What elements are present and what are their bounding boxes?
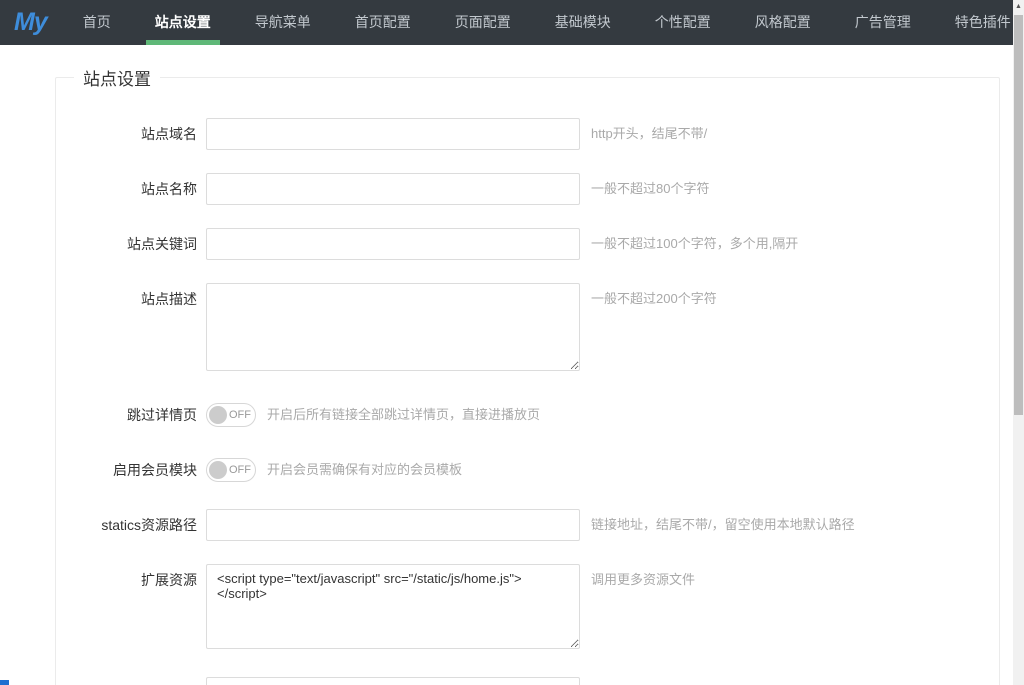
nav-item-style-config[interactable]: 风格配置 — [733, 0, 833, 45]
site-keywords-hint: 一般不超过100个字符，多个用,隔开 — [591, 228, 798, 260]
main-content: 站点设置 站点域名 http开头，结尾不带/ 站点名称 一般不超过80个字符 站… — [0, 45, 1024, 685]
form-row-site-description: 站点描述 一般不超过200个字符 — [56, 283, 999, 376]
site-keywords-input[interactable] — [206, 228, 580, 260]
enable-member-hint: 开启会员需确保有对应的会员模板 — [267, 454, 462, 486]
extended-resources-label: 扩展资源 — [56, 564, 206, 596]
nav-item-ad-management[interactable]: 广告管理 — [833, 0, 933, 45]
nav-item-nav-menu[interactable]: 导航菜单 — [233, 0, 333, 45]
form-row-statics-path: statics资源路径 链接地址，结尾不带/，留空使用本地默认路径 — [56, 509, 999, 541]
statics-path-label: statics资源路径 — [56, 509, 206, 541]
statics-path-hint: 链接地址，结尾不带/，留空使用本地默认路径 — [591, 509, 855, 541]
nav-item-home[interactable]: 首页 — [61, 0, 133, 45]
site-domain-hint: http开头，结尾不带/ — [591, 118, 707, 150]
nav-item-homepage-config[interactable]: 首页配置 — [333, 0, 433, 45]
skip-detail-toggle[interactable]: OFF — [206, 403, 256, 427]
bottom-left-accent — [0, 680, 9, 685]
toggle-state-label: OFF — [227, 464, 253, 476]
form-row-site-domain: 站点域名 http开头，结尾不带/ — [56, 118, 999, 150]
site-domain-label: 站点域名 — [56, 118, 206, 150]
form-row-site-keywords: 站点关键词 一般不超过100个字符，多个用,隔开 — [56, 228, 999, 260]
form-row-extended-resources: 扩展资源 <script type="text/javascript" src=… — [56, 564, 999, 654]
form-row-skip-detail-page: 跳过详情页 OFF 开启后所有链接全部跳过详情页，直接进播放页 — [56, 399, 999, 431]
site-description-label: 站点描述 — [56, 283, 206, 315]
app-logo[interactable]: My — [14, 8, 47, 37]
site-keywords-label: 站点关键词 — [56, 228, 206, 260]
nav-item-basic-modules[interactable]: 基础模块 — [533, 0, 633, 45]
scrollbar-thumb[interactable] — [1014, 15, 1023, 415]
top-navbar: My 首页 站点设置 导航菜单 首页配置 页面配置 基础模块 个性配置 风格配置… — [0, 0, 1024, 45]
toggle-knob-icon — [209, 461, 227, 479]
thunder-api-hint: 迅雷官方插件 — [591, 677, 669, 685]
extended-resources-textarea[interactable]: <script type="text/javascript" src="/sta… — [206, 564, 580, 649]
nav-item-site-settings[interactable]: 站点设置 — [133, 0, 233, 45]
site-domain-input[interactable] — [206, 118, 580, 150]
vertical-scrollbar[interactable]: ▲ — [1013, 0, 1024, 685]
site-name-hint: 一般不超过80个字符 — [591, 173, 709, 205]
page-title: 站点设置 — [74, 65, 160, 90]
thunder-api-input[interactable] — [206, 677, 580, 685]
extended-resources-hint: 调用更多资源文件 — [591, 564, 695, 596]
site-description-hint: 一般不超过200个字符 — [591, 283, 717, 315]
scroll-up-arrow-icon[interactable]: ▲ — [1013, 0, 1024, 14]
toggle-knob-icon — [209, 406, 227, 424]
site-name-input[interactable] — [206, 173, 580, 205]
site-name-label: 站点名称 — [56, 173, 206, 205]
site-description-textarea[interactable] — [206, 283, 580, 371]
nav-item-featured-plugins[interactable]: 特色插件 — [933, 0, 1024, 45]
skip-detail-hint: 开启后所有链接全部跳过详情页，直接进播放页 — [267, 399, 540, 431]
nav-item-page-config[interactable]: 页面配置 — [433, 0, 533, 45]
toggle-state-label: OFF — [227, 409, 253, 421]
nav-item-personal-config[interactable]: 个性配置 — [633, 0, 733, 45]
site-settings-panel: 站点设置 站点域名 http开头，结尾不带/ 站点名称 一般不超过80个字符 站… — [55, 65, 1000, 685]
enable-member-label: 启用会员模块 — [56, 454, 206, 486]
form-row-enable-member-module: 启用会员模块 OFF 开启会员需确保有对应的会员模板 — [56, 454, 999, 486]
statics-path-input[interactable] — [206, 509, 580, 541]
thunder-api-label: 迅雷下载api — [56, 677, 206, 685]
enable-member-toggle[interactable]: OFF — [206, 458, 256, 482]
skip-detail-label: 跳过详情页 — [56, 399, 206, 431]
form-row-site-name: 站点名称 一般不超过80个字符 — [56, 173, 999, 205]
form-row-thunder-api: 迅雷下载api 迅雷官方插件 — [56, 677, 999, 685]
